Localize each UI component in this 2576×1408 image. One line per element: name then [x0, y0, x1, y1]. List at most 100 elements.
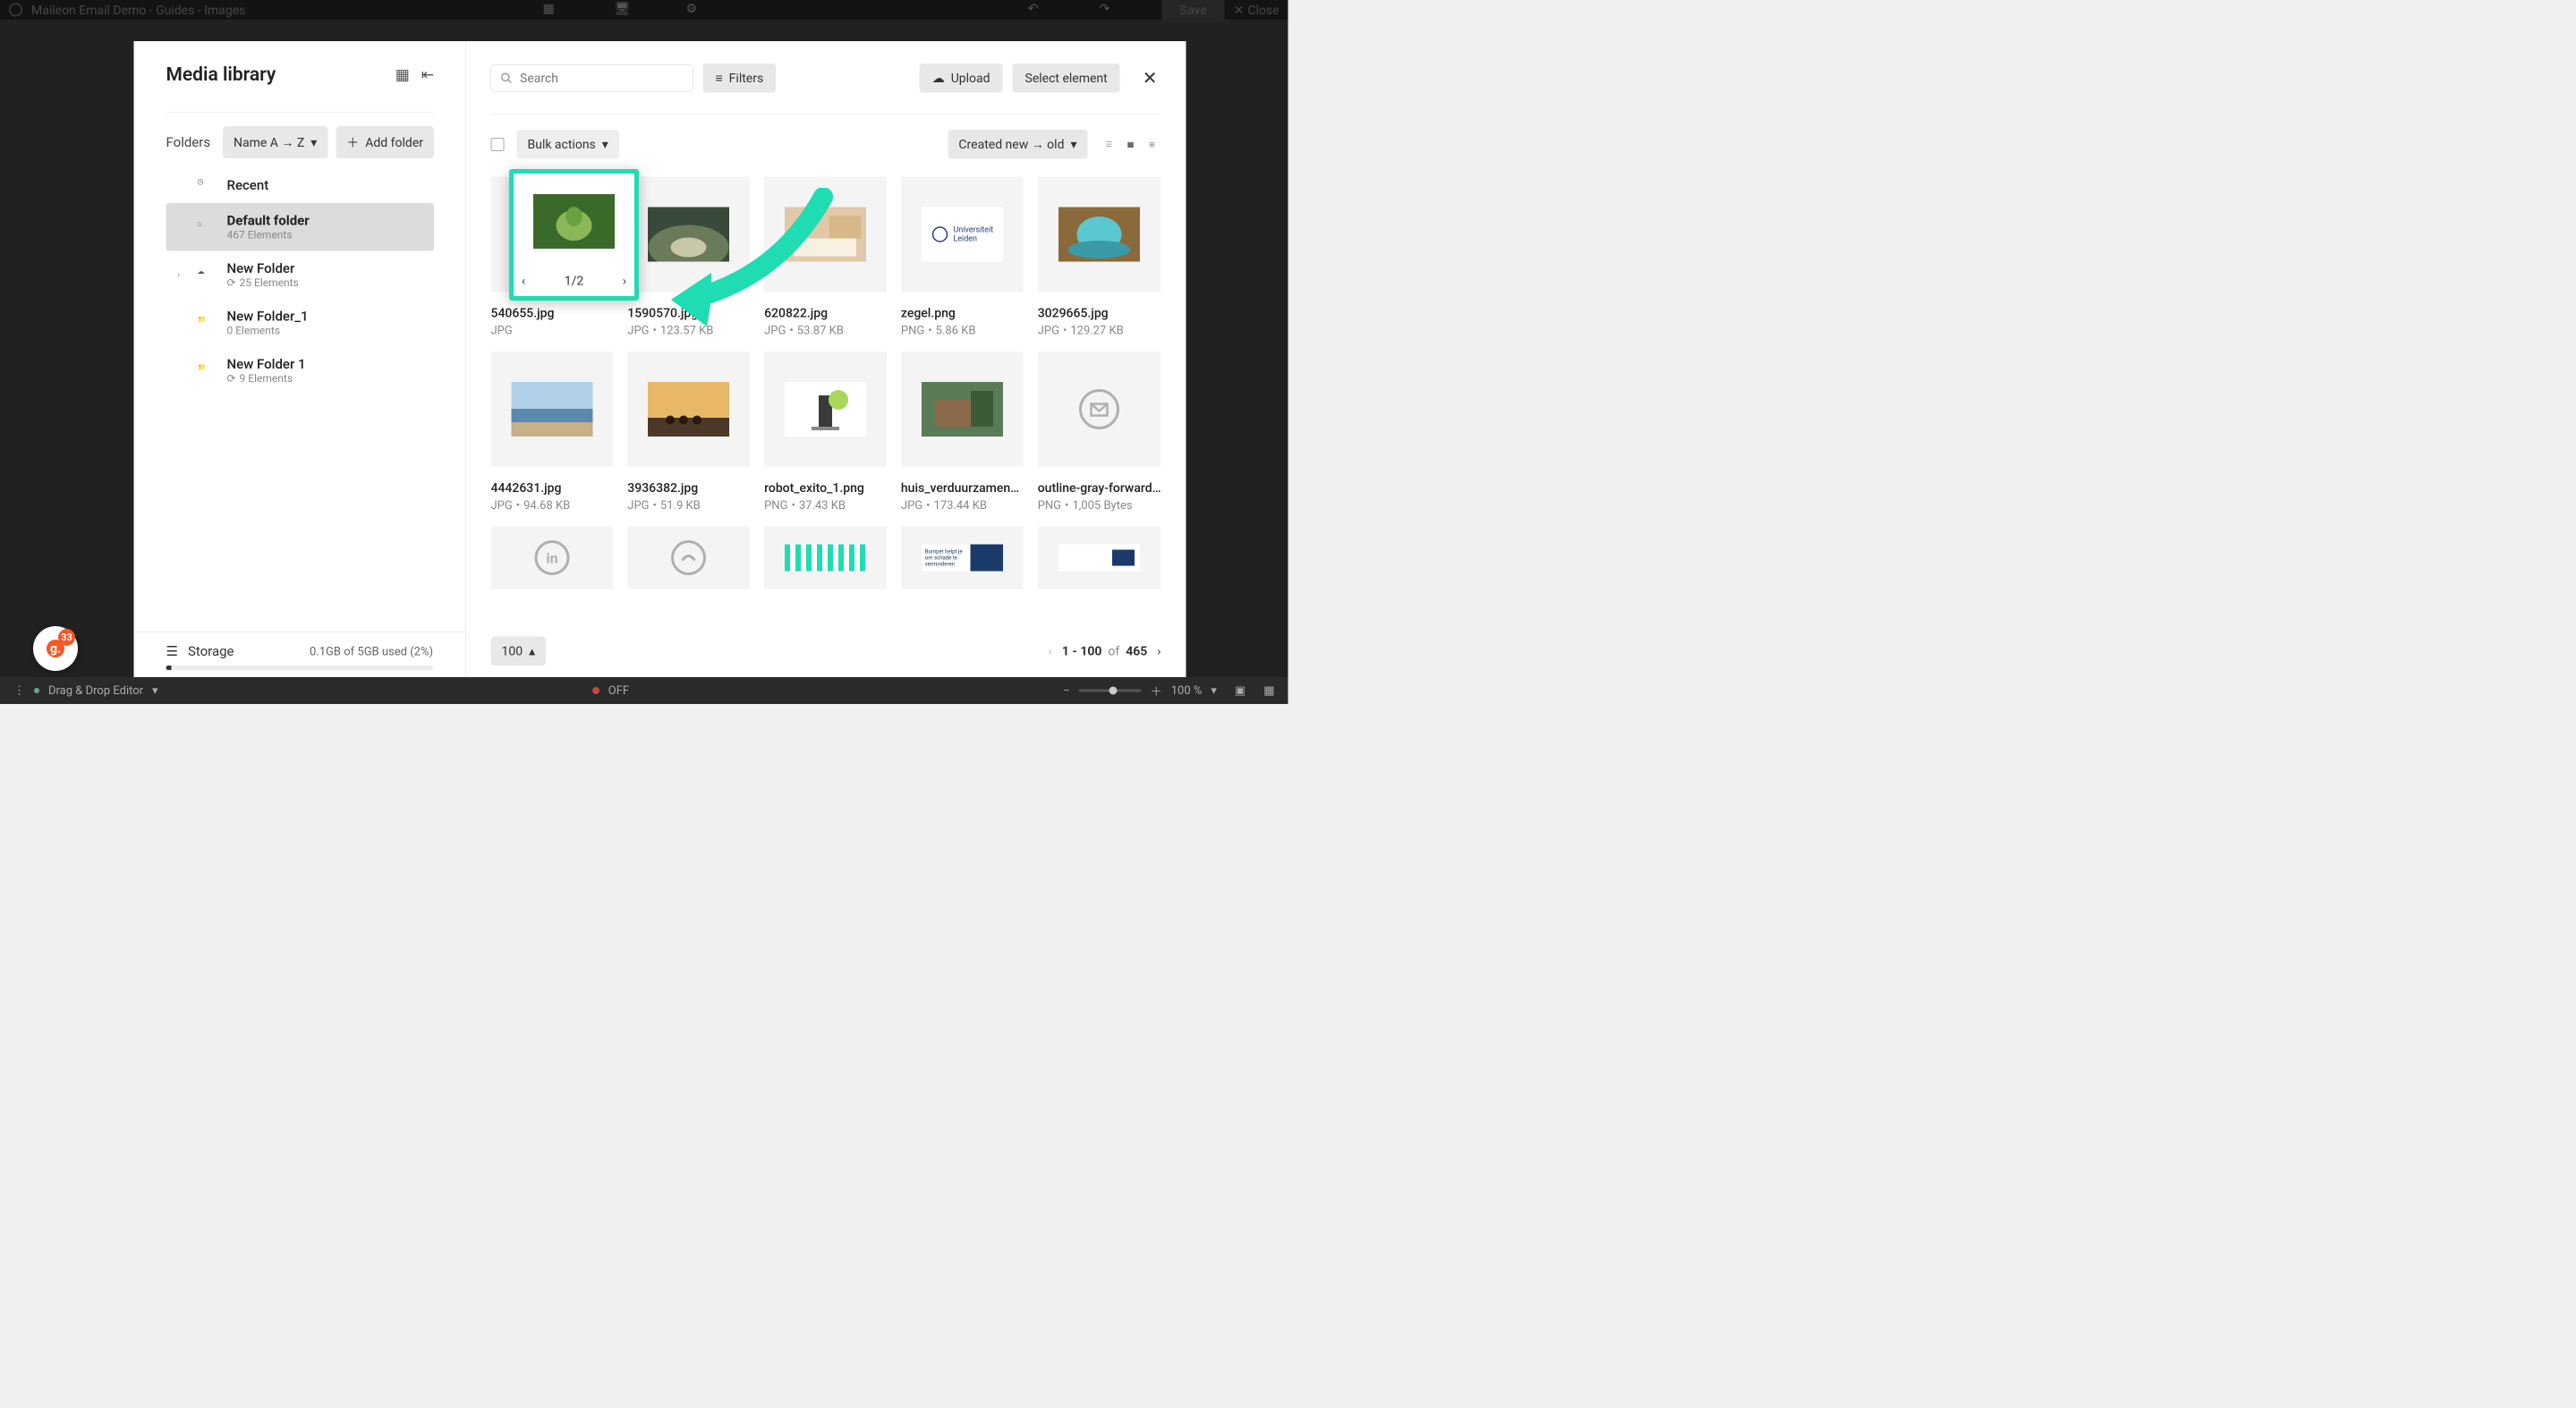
chevron-down-icon: ▾: [310, 135, 317, 150]
file-thumbnail: [627, 352, 750, 467]
file-meta: JPG•173.44 KB: [901, 499, 1024, 513]
file-name: 3029665.jpg: [1038, 306, 1161, 321]
add-folder-button[interactable]: ＋ Add folder: [336, 126, 434, 158]
folder-item[interactable]: 📁 New Folder 1⟳9 Elements: [166, 347, 435, 395]
file-meta: JPG•94.68 KB: [491, 499, 614, 513]
highlighted-thumbnail[interactable]: ‹ 1/2 ›: [509, 169, 639, 301]
bulk-actions-dropdown[interactable]: Bulk actions ▾: [517, 130, 619, 159]
expand-icon[interactable]: ›: [178, 271, 188, 280]
highlight-next-icon[interactable]: ›: [623, 274, 626, 289]
file-meta: JPG•123.57 KB: [627, 324, 750, 337]
upload-button[interactable]: ☁Upload: [920, 64, 1003, 93]
grid-view-icon[interactable]: ▦: [395, 65, 410, 83]
file-card[interactable]: 1590570.jpg JPG•123.57 KB: [627, 177, 750, 338]
editor-label: Drag & Drop Editor: [48, 684, 143, 698]
plus-icon: ＋: [346, 133, 359, 151]
zoom-in-icon[interactable]: ＋: [1151, 683, 1162, 700]
svg-text:in: in: [546, 550, 557, 567]
folder-sort-label: Name A → Z: [234, 135, 304, 150]
storage-bar: [166, 666, 434, 670]
chevron-up-icon: ▴: [529, 644, 535, 659]
view-grid-large-icon[interactable]: ▦: [1122, 135, 1140, 153]
folder-icon: 📁: [198, 362, 214, 378]
app-bottombar: ⋮ Drag & Drop Editor ▾ OFF − ＋ 100 % ▾ ▣…: [0, 677, 1288, 704]
add-folder-label: Add folder: [365, 135, 423, 150]
file-name: outline-gray-forward…: [1038, 480, 1161, 496]
highlighted-thumbnail-image: [533, 194, 615, 249]
layout-icon[interactable]: ▦: [1263, 684, 1274, 698]
pagination-of: of: [1108, 644, 1119, 659]
page-size-label: 100: [502, 644, 523, 659]
file-thumbnail: [1038, 527, 1161, 589]
filters-button[interactable]: ≡Filters: [703, 64, 777, 93]
search-input[interactable]: [520, 71, 684, 86]
file-thumbnail: [1038, 352, 1161, 467]
file-card[interactable]: outline-gray-forward…PNG•1,005 Bytes: [1038, 352, 1161, 513]
file-thumbnail: [627, 527, 750, 589]
filter-icon: ≡: [716, 71, 723, 86]
folder-item[interactable]: ⌂Default folder467 Elements: [166, 203, 435, 251]
file-name: 3936382.jpg: [627, 480, 750, 496]
file-card[interactable]: [627, 527, 750, 589]
folder-item[interactable]: ›☁New Folder⟳25 Elements: [166, 251, 435, 300]
folder-list: ◷Recent⌂Default folder467 Elements›☁New …: [166, 167, 435, 394]
file-meta: JPG: [491, 324, 614, 337]
file-card[interactable]: robot_exito_1.pngPNG•37.43 KB: [764, 352, 887, 513]
file-card[interactable]: [764, 527, 887, 589]
file-card[interactable]: huis_verduurzamen… JPG•173.44 KB: [901, 352, 1024, 513]
file-thumbnail: [491, 352, 614, 467]
file-card[interactable]: 3936382.jpg JPG•51.9 KB: [627, 352, 750, 513]
file-meta: JPG•51.9 KB: [627, 499, 750, 513]
file-card[interactable]: 620822.jpgJPG•53.87 KB: [764, 177, 887, 338]
file-card[interactable]: [1038, 527, 1161, 589]
prev-page-button[interactable]: ‹: [1049, 644, 1052, 659]
file-card[interactable]: 4442631.jpgJPG•94.68 KB: [491, 352, 614, 513]
file-card[interactable]: UniversiteitLeidenzegel.pngPNG•5.86 KB: [901, 177, 1024, 338]
folder-sort-dropdown[interactable]: Name A → Z ▾: [223, 126, 327, 158]
highlight-prev-icon[interactable]: ‹: [522, 274, 525, 289]
pagination-total: 465: [1126, 644, 1147, 659]
media-library-modal: Media library ▦ ⇤ Folders Name A → Z▾ ＋A…: [134, 41, 1186, 685]
chevron-down-icon[interactable]: ▾: [152, 684, 158, 698]
file-name: 1590570.jpg: [627, 306, 750, 321]
file-name: 620822.jpg: [764, 306, 887, 321]
file-thumbnail: [1038, 177, 1161, 293]
folder-item[interactable]: ◷Recent: [166, 167, 435, 203]
folder-name: Recent: [227, 177, 269, 193]
help-badge[interactable]: g. 33: [33, 626, 78, 671]
view-list-icon[interactable]: ☰: [1101, 135, 1118, 153]
select-element-button[interactable]: Select element: [1013, 64, 1120, 93]
folders-label: Folders: [166, 134, 211, 150]
view-grid-small-icon[interactable]: ⊞: [1143, 135, 1161, 153]
folder-item[interactable]: 📁New Folder_10 Elements: [166, 299, 435, 347]
select-all-checkbox[interactable]: [491, 138, 505, 151]
file-card[interactable]: in: [491, 527, 614, 589]
shared-icon: ⟳: [227, 372, 236, 385]
folder-subtitle: ⟳9 Elements: [227, 372, 306, 385]
folder-name: New Folder 1: [227, 357, 306, 373]
svg-text:g.: g.: [50, 642, 61, 657]
chevron-down-icon: ▾: [1070, 137, 1076, 152]
close-modal-button[interactable]: ✕: [1139, 64, 1161, 93]
bulk-actions-label: Bulk actions: [528, 137, 596, 152]
file-card[interactable]: 3029665.jpgJPG•129.27 KB: [1038, 177, 1161, 338]
upload-label: Upload: [951, 71, 990, 86]
fit-icon[interactable]: ▣: [1235, 684, 1245, 698]
menu-icon[interactable]: ⋮: [13, 684, 25, 698]
file-card[interactable]: Bumper helpt jeom schade teverminderen: [901, 527, 1024, 589]
folder-name: Default folder: [227, 213, 310, 229]
page-size-dropdown[interactable]: 100 ▴: [491, 637, 547, 666]
chevron-down-icon[interactable]: ▾: [1211, 684, 1217, 698]
main-panel: ≡Filters ☁Upload Select element ✕ Bulk a…: [466, 41, 1186, 685]
highlight-page-indicator: 1/2: [565, 274, 584, 289]
file-sort-dropdown[interactable]: Created new → old▾: [948, 130, 1087, 159]
chevron-down-icon: ▾: [602, 137, 608, 152]
search-input-wrapper[interactable]: [491, 64, 693, 91]
file-name: huis_verduurzamen…: [901, 480, 1024, 496]
zoom-out-icon[interactable]: −: [1063, 684, 1069, 698]
pagination-range: 1 - 100: [1062, 644, 1102, 659]
file-thumbnail: [627, 177, 750, 293]
storage-detail: 0.1GB of 5GB used (2%): [310, 645, 433, 658]
next-page-button[interactable]: ›: [1157, 644, 1160, 659]
collapse-sidebar-icon[interactable]: ⇤: [421, 65, 434, 83]
